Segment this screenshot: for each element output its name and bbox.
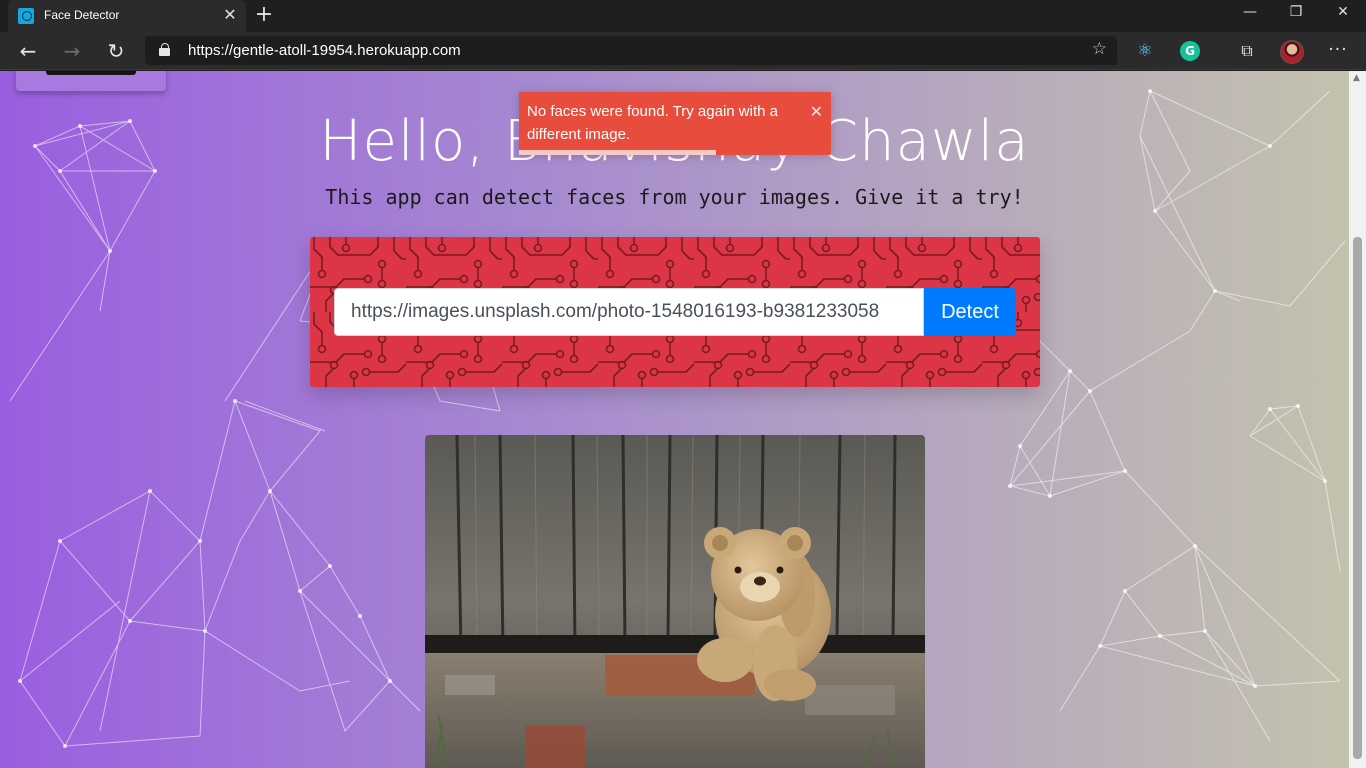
address-bar[interactable]: https://gentle-atoll-19954.herokuapp.com… xyxy=(145,36,1117,65)
close-window-button[interactable]: ✕ xyxy=(1320,0,1366,30)
scroll-up-arrow-icon[interactable]: ▲ xyxy=(1353,73,1360,83)
restore-button[interactable]: ❐ xyxy=(1273,0,1319,30)
scrollbar-thumb[interactable] xyxy=(1353,237,1362,759)
new-tab-button[interactable]: + xyxy=(252,3,276,27)
browser-tab-face-detector[interactable]: Face Detector ✕ xyxy=(8,0,246,32)
vertical-scrollbar[interactable]: ▲ xyxy=(1349,71,1366,768)
address-url[interactable]: https://gentle-atoll-19954.herokuapp.com xyxy=(188,42,461,59)
navigation-bar: ← → ↻ https://gentle-atoll-19954.herokua… xyxy=(0,32,1366,70)
tab-title: Face Detector xyxy=(44,8,120,22)
profile-avatar[interactable] xyxy=(1280,40,1304,64)
close-icon[interactable]: ✕ xyxy=(810,102,823,122)
back-arrow-icon[interactable]: ← xyxy=(14,38,42,64)
more-icon[interactable]: ··· xyxy=(1324,40,1352,60)
tab-close-icon[interactable]: ✕ xyxy=(220,5,240,25)
toast-message: No faces were found. Try again with a di… xyxy=(527,103,778,143)
collections-icon[interactable]: ⧉ xyxy=(1237,41,1257,61)
grammarly-icon[interactable]: G xyxy=(1180,41,1200,61)
tab-strip: Face Detector ✕ + — ❐ ✕ xyxy=(0,0,1366,32)
error-toast: No faces were found. Try again with a di… xyxy=(519,92,831,155)
star-icon[interactable]: ☆ xyxy=(1092,39,1107,59)
page-viewport: Hello, Bhavishay Chawla This app can det… xyxy=(0,71,1349,768)
lock-icon[interactable] xyxy=(159,43,171,57)
toast-progress-bar xyxy=(519,150,716,155)
uploaded-image xyxy=(425,435,925,768)
logo-bar xyxy=(46,71,136,75)
face-detector-favicon xyxy=(18,8,34,24)
app-description: This app can detect faces from your imag… xyxy=(325,185,1024,209)
detect-button[interactable]: Detect xyxy=(924,288,1016,336)
refresh-icon[interactable]: ↻ xyxy=(102,38,130,64)
react-devtools-icon[interactable]: ⚛ xyxy=(1135,41,1155,61)
minimize-button[interactable]: — xyxy=(1227,0,1273,30)
forward-arrow-icon[interactable]: → xyxy=(58,38,86,64)
page-logo-card[interactable] xyxy=(16,71,166,91)
image-url-form-card: Detect xyxy=(310,237,1040,387)
image-url-input[interactable] xyxy=(334,288,924,336)
